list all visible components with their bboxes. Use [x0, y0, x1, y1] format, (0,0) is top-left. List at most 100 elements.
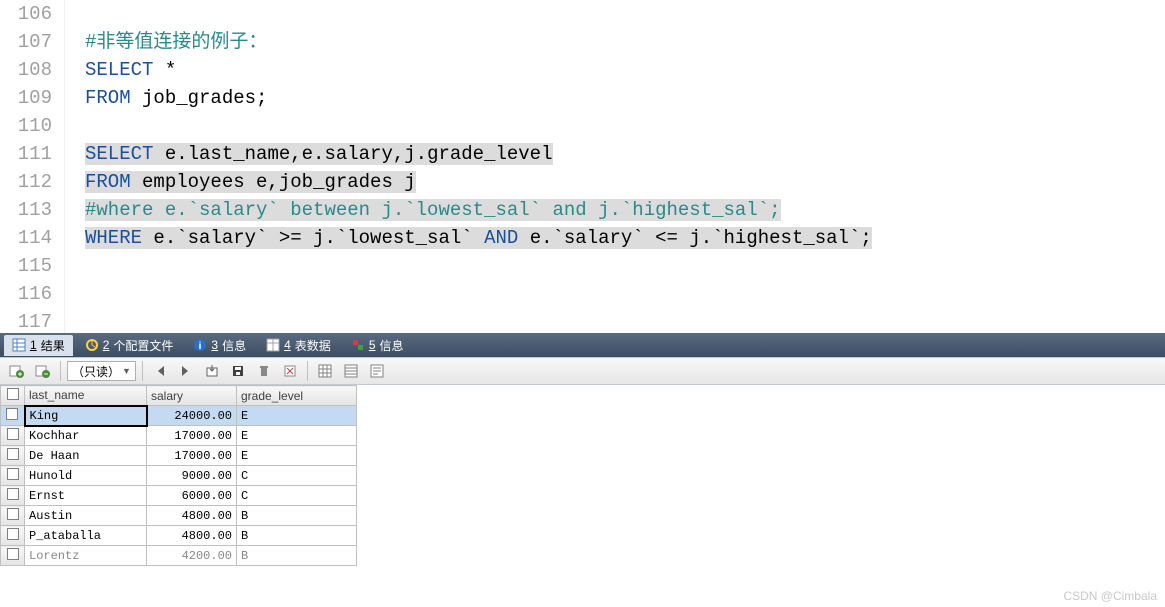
cell-salary[interactable]: 4800.00 — [147, 506, 237, 526]
cell-salary[interactable]: 4200.00 — [147, 546, 237, 566]
line-number: 108 — [0, 56, 52, 84]
line-number: 112 — [0, 168, 52, 196]
cell-salary[interactable]: 17000.00 — [147, 446, 237, 466]
sql-keyword: FROM — [85, 171, 131, 193]
form-view-button[interactable] — [340, 360, 362, 382]
row-checkbox-cell[interactable] — [1, 546, 25, 566]
line-number: 109 — [0, 84, 52, 112]
text-view-button[interactable] — [366, 360, 388, 382]
toolbar-separator — [142, 361, 143, 381]
cell-last-name[interactable]: Austin — [25, 506, 147, 526]
column-header-lastname[interactable]: last_name — [25, 386, 147, 406]
svg-text:i: i — [199, 341, 202, 352]
code-line — [85, 0, 1165, 28]
cancel-button[interactable] — [279, 360, 301, 382]
line-number: 107 — [0, 28, 52, 56]
line-number: 116 — [0, 280, 52, 308]
cell-grade-level[interactable]: B — [237, 546, 357, 566]
row-checkbox-cell[interactable] — [1, 486, 25, 506]
header-checkbox-cell[interactable] — [1, 386, 25, 406]
cell-grade-level[interactable]: C — [237, 486, 357, 506]
cell-grade-level[interactable]: B — [237, 506, 357, 526]
table-row[interactable]: Ernst6000.00C — [1, 486, 357, 506]
result-grid[interactable]: last_name salary grade_level King24000.0… — [0, 385, 1165, 566]
tab-results[interactable]: 1 结果 — [4, 335, 73, 356]
code-line: FROM employees e,job_grades j — [85, 168, 1165, 196]
tab-tabledata[interactable]: 4 表数据 — [258, 335, 339, 356]
cell-grade-level[interactable]: C — [237, 466, 357, 486]
code-line: FROM job_grades; — [85, 84, 1165, 112]
chevron-down-icon: ▼ — [122, 366, 131, 376]
last-record-button[interactable] — [175, 360, 197, 382]
row-checkbox-cell[interactable] — [1, 526, 25, 546]
table-row[interactable]: Hunold9000.00C — [1, 466, 357, 486]
cell-salary[interactable]: 6000.00 — [147, 486, 237, 506]
duplicate-row-button[interactable] — [32, 360, 54, 382]
save-button[interactable] — [227, 360, 249, 382]
checkbox-icon — [7, 508, 19, 520]
sql-keyword: WHERE — [85, 227, 142, 249]
table-row[interactable]: De Haan17000.00E — [1, 446, 357, 466]
cell-grade-level[interactable]: E — [237, 406, 357, 426]
cell-salary[interactable]: 24000.00 — [147, 406, 237, 426]
grid-view-button[interactable] — [314, 360, 336, 382]
row-checkbox-cell[interactable] — [1, 506, 25, 526]
cell-grade-level[interactable]: E — [237, 446, 357, 466]
table-row[interactable]: King24000.00E — [1, 406, 357, 426]
line-number: 106 — [0, 0, 52, 28]
cell-grade-level[interactable]: E — [237, 426, 357, 446]
code-content[interactable]: #非等值连接的例子：SELECT *FROM job_grades; SELEC… — [65, 0, 1165, 333]
cell-grade-level[interactable]: B — [237, 526, 357, 546]
info-icon: i — [193, 338, 207, 352]
table-icon — [266, 338, 280, 352]
result-tab-bar: 1 结果 2 个配置文件 i 3 信息 4 表数据 5 信息 — [0, 333, 1165, 357]
code-line: #where e.`salary` between j.`lowest_sal`… — [85, 196, 1165, 224]
column-header-gradelevel[interactable]: grade_level — [237, 386, 357, 406]
add-row-button[interactable] — [6, 360, 28, 382]
toolbar-separator — [307, 361, 308, 381]
cell-last-name[interactable]: King — [25, 406, 147, 426]
row-checkbox-cell[interactable] — [1, 406, 25, 426]
cell-last-name[interactable]: De Haan — [25, 446, 147, 466]
table-row[interactable]: Austin4800.00B — [1, 506, 357, 526]
line-number: 111 — [0, 140, 52, 168]
tab-info[interactable]: i 3 信息 — [185, 335, 254, 356]
row-checkbox-cell[interactable] — [1, 466, 25, 486]
code-line — [85, 280, 1165, 308]
first-record-button[interactable] — [149, 360, 171, 382]
readonly-combo[interactable]: （只读） ▼ — [67, 361, 136, 381]
checkbox-icon — [7, 468, 19, 480]
sql-comment: #where e.`salary` between j.`lowest_sal`… — [85, 199, 781, 221]
table-row[interactable]: P_ataballa4800.00B — [1, 526, 357, 546]
row-checkbox-cell[interactable] — [1, 446, 25, 466]
cell-salary[interactable]: 9000.00 — [147, 466, 237, 486]
cell-last-name[interactable]: Ernst — [25, 486, 147, 506]
table-row[interactable]: Kochhar17000.00E — [1, 426, 357, 446]
cell-last-name[interactable]: Lorentz — [25, 546, 147, 566]
code-editor: 106 107 108 109 110 111 112 113 114 115 … — [0, 0, 1165, 333]
cell-last-name[interactable]: P_ataballa — [25, 526, 147, 546]
tab-profiles[interactable]: 2 个配置文件 — [77, 335, 182, 356]
cell-last-name[interactable]: Hunold — [25, 466, 147, 486]
cell-salary[interactable]: 17000.00 — [147, 426, 237, 446]
code-line — [85, 308, 1165, 336]
column-header-salary[interactable]: salary — [147, 386, 237, 406]
export-button[interactable] — [201, 360, 223, 382]
line-number: 115 — [0, 252, 52, 280]
toolbar-separator — [60, 361, 61, 381]
cell-last-name[interactable]: Kochhar — [25, 426, 147, 446]
delete-button[interactable] — [253, 360, 275, 382]
flag-icon — [351, 338, 365, 352]
table-row[interactable]: Lorentz4200.00B — [1, 546, 357, 566]
sql-keyword: SELECT — [85, 143, 153, 165]
line-number: 117 — [0, 308, 52, 336]
checkbox-icon — [7, 388, 19, 400]
profile-icon — [85, 338, 99, 352]
line-number: 113 — [0, 196, 52, 224]
tab-info2[interactable]: 5 信息 — [343, 335, 412, 356]
checkbox-icon — [7, 428, 19, 440]
cell-salary[interactable]: 4800.00 — [147, 526, 237, 546]
sql-keyword: FROM — [85, 87, 131, 109]
checkbox-icon — [7, 488, 19, 500]
row-checkbox-cell[interactable] — [1, 426, 25, 446]
